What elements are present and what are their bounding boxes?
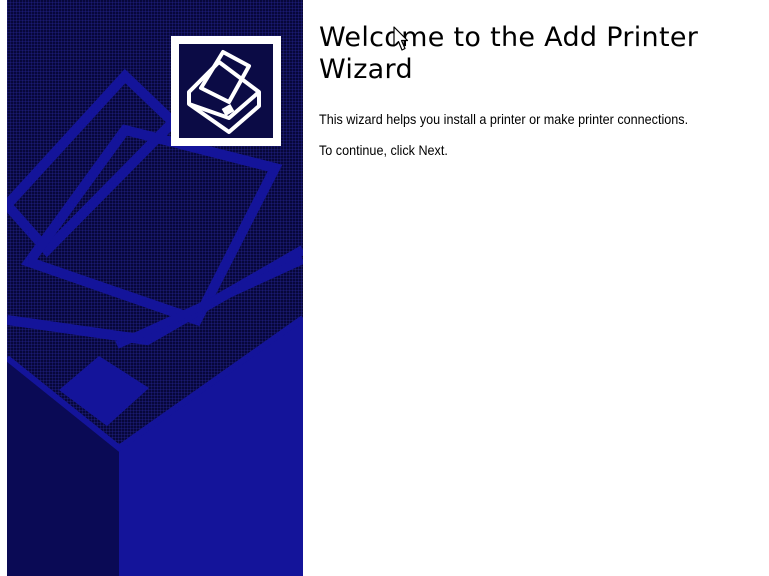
wizard-title: Welcome to the Add Printer Wizard (319, 22, 699, 85)
wizard-content: Welcome to the Add Printer Wizard This w… (319, 22, 764, 160)
printer-icon (187, 50, 261, 134)
wizard-banner (7, 0, 303, 576)
arrow-pointer-icon (393, 26, 409, 51)
wizard-instruction: To continue, click Next. (319, 142, 448, 158)
window-left-edge (0, 0, 7, 576)
add-printer-wizard-window: Welcome to the Add Printer Wizard This w… (0, 0, 769, 576)
wizard-description: This wizard helps you install a printer … (319, 111, 689, 127)
printer-logo (171, 36, 281, 146)
